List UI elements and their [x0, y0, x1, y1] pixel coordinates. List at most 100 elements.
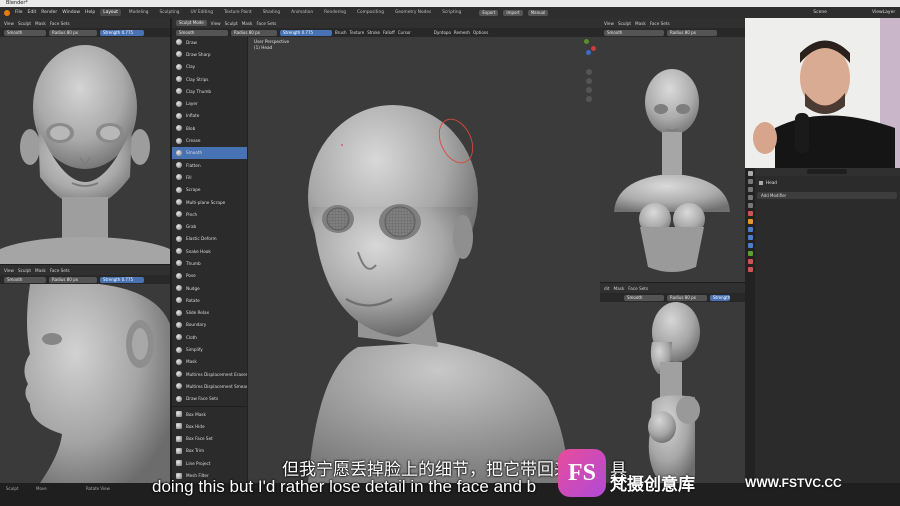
- main-menu-face-sets[interactable]: Face Sets: [256, 21, 276, 26]
- tab-scripting[interactable]: Scripting: [439, 9, 464, 16]
- stroke-menu[interactable]: Stroke: [367, 30, 380, 35]
- brush-scrape[interactable]: Scrape: [172, 184, 247, 196]
- cursor-menu[interactable]: Cursor: [398, 30, 411, 35]
- tab-rendering[interactable]: Rendering: [321, 9, 349, 16]
- tab-geometry-nodes[interactable]: Geometry Nodes: [392, 9, 434, 16]
- rt-menu-view[interactable]: View: [604, 21, 614, 26]
- brush-crease[interactable]: Crease: [172, 134, 247, 146]
- brush-mask[interactable]: Mask: [172, 356, 247, 368]
- rb-radius-field[interactable]: Radius 80 px: [667, 294, 707, 301]
- render-tab-icon[interactable]: [747, 179, 753, 184]
- main-radius-field[interactable]: Radius 80 px: [231, 29, 277, 36]
- tool-box-mask[interactable]: Box Mask: [172, 408, 247, 420]
- scene-selector[interactable]: Scene: [813, 10, 827, 15]
- menu-help[interactable]: Help: [85, 10, 95, 15]
- rb-menu-face-sets[interactable]: Face Sets: [628, 286, 648, 291]
- lb-menu-mask[interactable]: Mask: [35, 268, 46, 273]
- rb-menu-mask[interactable]: Mask: [613, 286, 624, 291]
- brush-draw[interactable]: Draw: [172, 36, 247, 48]
- manual-button[interactable]: Manual: [527, 9, 549, 16]
- brush-multi-plane-scrape[interactable]: Multi-plane Scrape: [172, 196, 247, 208]
- texture-menu[interactable]: Texture: [350, 30, 365, 35]
- brush-pinch[interactable]: Pinch: [172, 208, 247, 220]
- menu-window[interactable]: Window: [62, 10, 80, 15]
- lb-radius-field[interactable]: Radius 80 px: [49, 276, 97, 283]
- main-menu-sculpt[interactable]: Sculpt: [225, 21, 238, 26]
- object-tab-icon[interactable]: [747, 219, 753, 224]
- left-bottom-viewport[interactable]: [0, 284, 170, 483]
- left-menu-view[interactable]: View: [4, 21, 14, 26]
- brush-smooth[interactable]: Smooth: [172, 146, 247, 159]
- zoom-icon[interactable]: [586, 69, 592, 75]
- main-brush-selector[interactable]: Smooth: [176, 29, 228, 36]
- right-top-viewport[interactable]: [600, 37, 745, 282]
- brush-elastic-deform[interactable]: Elastic Deform: [172, 233, 247, 245]
- rt-menu-face-sets[interactable]: Face Sets: [650, 21, 670, 26]
- rt-menu-mask[interactable]: Mask: [635, 21, 646, 26]
- world-tab-icon[interactable]: [747, 211, 753, 216]
- brush-menu[interactable]: Brush: [335, 30, 347, 35]
- tab-shading[interactable]: Shading: [260, 9, 283, 16]
- material-tab-icon[interactable]: [747, 259, 753, 264]
- view-layer-tab-icon[interactable]: [747, 195, 753, 200]
- brush-simplify[interactable]: Simplify: [172, 343, 247, 355]
- brush-layer[interactable]: Layer: [172, 97, 247, 109]
- brush-thumb[interactable]: Thumb: [172, 257, 247, 269]
- lb-menu-face-sets[interactable]: Face Sets: [50, 268, 70, 273]
- rt-menu-sculpt[interactable]: Sculpt: [618, 21, 631, 26]
- brush-clay[interactable]: Clay: [172, 61, 247, 73]
- tool-box-trim[interactable]: Box Trim: [172, 445, 247, 457]
- export-button[interactable]: Export: [479, 9, 499, 16]
- data-tab-icon[interactable]: [747, 251, 753, 256]
- output-tab-icon[interactable]: [747, 187, 753, 192]
- pan-icon[interactable]: [586, 78, 592, 84]
- rt-brush-selector[interactable]: Smooth: [604, 29, 664, 36]
- brush-draw-sharp[interactable]: Draw Sharp: [172, 48, 247, 60]
- rb-strength-field[interactable]: Strength: [710, 294, 730, 301]
- tab-layout[interactable]: Layout: [100, 9, 121, 16]
- rb-menu-edit[interactable]: dit: [604, 286, 609, 291]
- brush-multires-smear[interactable]: Multires Displacement Smear: [172, 380, 247, 392]
- tab-modeling[interactable]: Modeling: [126, 9, 152, 16]
- blender-logo-icon[interactable]: [4, 9, 10, 16]
- menu-render[interactable]: Render: [41, 10, 57, 15]
- grid-icon[interactable]: [586, 96, 592, 102]
- tab-sculpting[interactable]: Sculpting: [156, 9, 182, 16]
- import-button[interactable]: Import: [503, 9, 523, 16]
- tool-line-project[interactable]: Line Project: [172, 457, 247, 469]
- main-viewport[interactable]: User Perspective (1) Head: [248, 37, 600, 483]
- brush-draw-face-sets[interactable]: Draw Face Sets: [172, 393, 247, 405]
- menu-file[interactable]: File: [15, 10, 23, 15]
- brush-clay-thumb[interactable]: Clay Thumb: [172, 85, 247, 97]
- left-strength-field[interactable]: Strength 0.775: [100, 29, 144, 36]
- tab-compositing[interactable]: Compositing: [354, 9, 387, 16]
- brush-pose[interactable]: Pose: [172, 270, 247, 282]
- brush-inflate[interactable]: Inflate: [172, 110, 247, 122]
- lb-menu-view[interactable]: View: [4, 268, 14, 273]
- texture-tab-icon[interactable]: [747, 267, 753, 272]
- options-menu[interactable]: Options: [473, 30, 488, 35]
- tool-box-hide[interactable]: Box Hide: [172, 420, 247, 432]
- view-layer-selector[interactable]: ViewLayer: [872, 10, 895, 15]
- brush-flatten[interactable]: Flatten: [172, 159, 247, 171]
- main-menu-mask[interactable]: Mask: [242, 21, 253, 26]
- brush-clay-strips[interactable]: Clay Strips: [172, 73, 247, 85]
- modifier-tab-icon[interactable]: [747, 227, 753, 232]
- lb-brush-selector[interactable]: Smooth: [4, 276, 46, 283]
- lb-menu-sculpt[interactable]: Sculpt: [18, 268, 31, 273]
- brush-nudge[interactable]: Nudge: [172, 282, 247, 294]
- left-radius-field[interactable]: Radius 80 px: [49, 29, 97, 36]
- physics-tab-icon[interactable]: [747, 243, 753, 248]
- brush-snake-hook[interactable]: Snake Hook: [172, 245, 247, 257]
- scene-tab-icon[interactable]: [747, 203, 753, 208]
- navigation-gizmo[interactable]: [578, 39, 598, 59]
- left-brush-selector[interactable]: Smooth: [4, 29, 46, 36]
- menu-edit[interactable]: Edit: [28, 10, 37, 15]
- rb-brush-selector[interactable]: Smooth: [624, 294, 664, 301]
- tab-uv-editing[interactable]: UV Editing: [188, 9, 216, 16]
- add-modifier-button[interactable]: Add Modifier: [757, 192, 897, 199]
- brush-fill[interactable]: Fill: [172, 171, 247, 183]
- brush-cloth[interactable]: Cloth: [172, 331, 247, 343]
- brush-slide-relax[interactable]: Slide Relax: [172, 307, 247, 319]
- left-top-viewport[interactable]: [0, 37, 170, 264]
